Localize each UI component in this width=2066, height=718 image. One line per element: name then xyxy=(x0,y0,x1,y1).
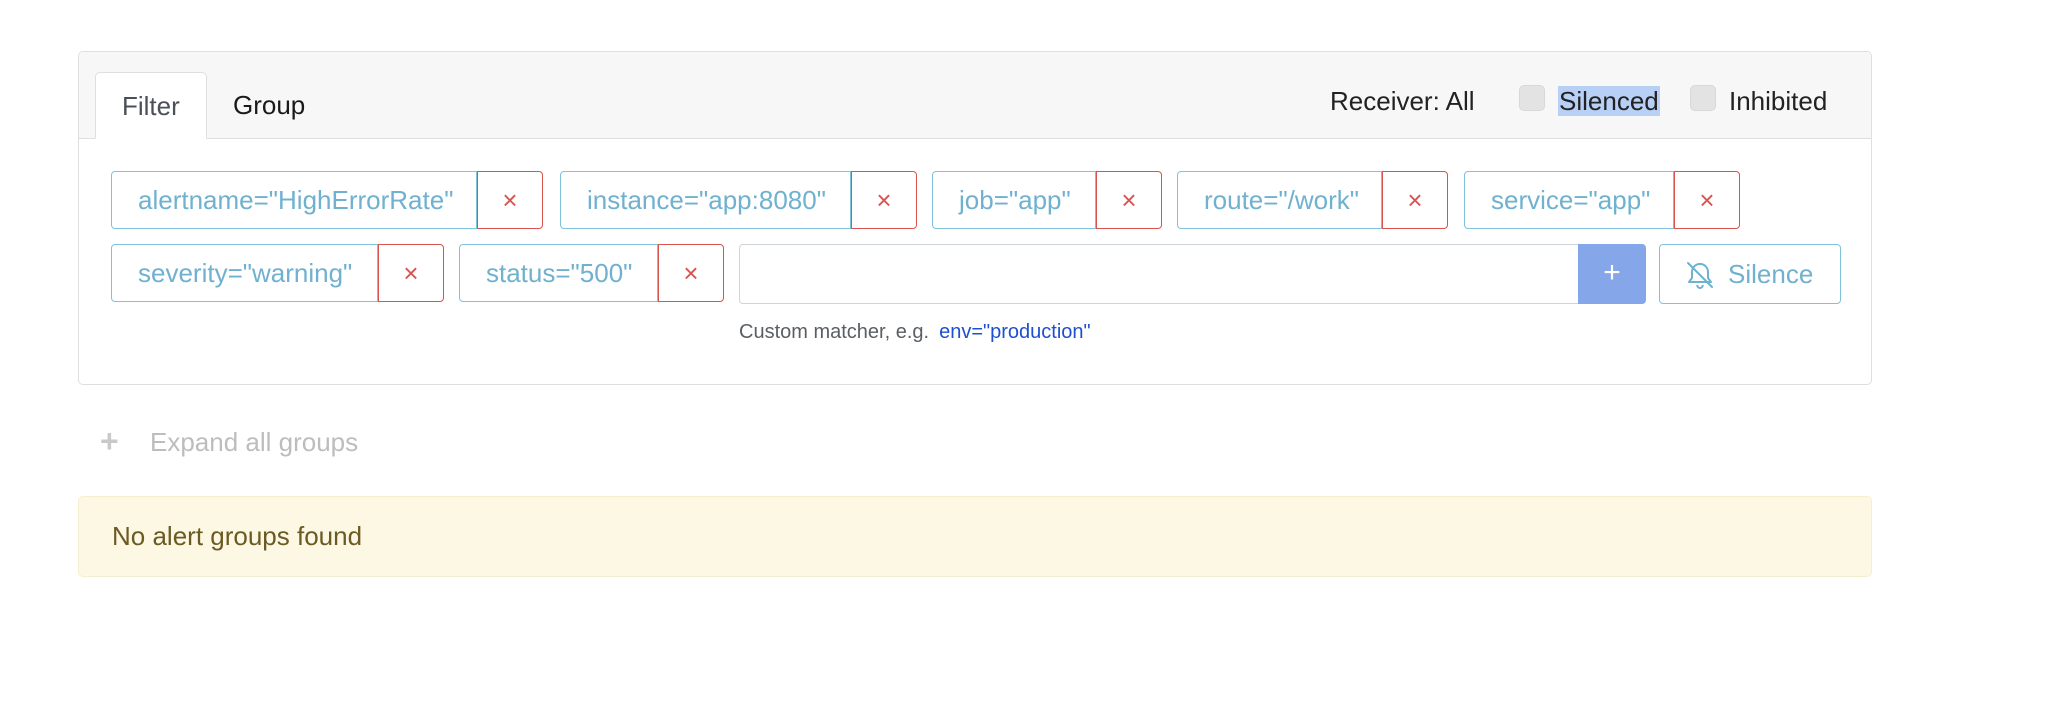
tab-group[interactable]: Group xyxy=(207,72,331,139)
silenced-checkbox[interactable] xyxy=(1519,85,1545,111)
hint-example[interactable]: env="production" xyxy=(939,321,1091,343)
matcher-chip[interactable]: route="/work" xyxy=(1177,171,1382,229)
bell-slash-icon xyxy=(1687,262,1713,290)
matcher-chip[interactable]: severity="warning" xyxy=(111,244,378,302)
filter-card-header: Filter Group Receiver: All Silenced Inhi… xyxy=(79,52,1871,139)
inhibited-label[interactable]: Inhibited xyxy=(1729,86,1827,116)
plus-icon: + xyxy=(100,423,119,459)
tab-filter[interactable]: Filter xyxy=(95,72,207,139)
expand-all-groups-label: Expand all groups xyxy=(150,427,359,457)
remove-matcher-button[interactable]: × xyxy=(1674,171,1740,229)
matcher-chip[interactable]: alertname="HighErrorRate" xyxy=(111,171,477,229)
matcher-chip[interactable]: service="app" xyxy=(1464,171,1674,229)
no-groups-message: No alert groups found xyxy=(112,521,363,551)
matcher-chip[interactable]: status="500" xyxy=(459,244,658,302)
hint-text: Custom matcher, e.g. xyxy=(739,321,930,343)
remove-matcher-button[interactable]: × xyxy=(378,244,444,302)
remove-matcher-button[interactable]: × xyxy=(658,244,724,302)
custom-matcher-hint: Custom matcher, e.g. env="production" xyxy=(739,319,1091,345)
remove-matcher-button[interactable]: × xyxy=(851,171,917,229)
silenced-label[interactable]: Silenced xyxy=(1558,86,1660,116)
remove-matcher-button[interactable]: × xyxy=(1096,171,1162,229)
custom-matcher-input[interactable] xyxy=(739,244,1579,304)
matcher-chip[interactable]: instance="app:8080" xyxy=(560,171,851,229)
matcher-chip[interactable]: job="app" xyxy=(932,171,1096,229)
remove-matcher-button[interactable]: × xyxy=(1382,171,1448,229)
receiver-selector[interactable]: Receiver: All xyxy=(1330,86,1475,116)
no-groups-alert: No alert groups found xyxy=(78,496,1872,577)
inhibited-checkbox[interactable] xyxy=(1690,85,1716,111)
add-matcher-button[interactable]: + xyxy=(1578,244,1646,304)
silence-button-label: Silence xyxy=(1728,259,1814,289)
filter-card: Filter Group Receiver: All Silenced Inhi… xyxy=(78,51,1872,385)
silence-button[interactable]: Silence xyxy=(1659,244,1841,304)
remove-matcher-button[interactable]: × xyxy=(477,171,543,229)
